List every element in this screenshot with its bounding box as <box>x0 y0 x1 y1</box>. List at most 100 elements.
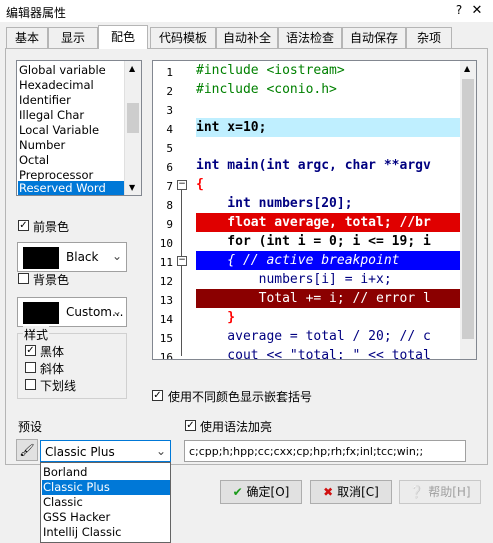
checkmark-icon: ✔ <box>232 485 243 499</box>
title-bar <box>0 0 493 22</box>
style-group-legend: 样式 <box>23 326 50 343</box>
code-line-breakpoint: Total += i; // error l <box>196 289 462 308</box>
preset-label: 预设 <box>18 420 43 434</box>
background-label: 背景色 <box>33 273 70 287</box>
nested-brackets-checkbox[interactable]: ✓ <box>152 390 163 401</box>
line-number: 16 <box>159 351 173 360</box>
tab-misc[interactable]: 杂项 <box>406 27 452 48</box>
line-number: 12 <box>159 275 173 288</box>
list-item[interactable]: Local Variable <box>19 123 99 138</box>
fold-guide <box>181 190 182 256</box>
file-extensions-input[interactable]: c;cpp;h;hpp;cc;cxx;cp;hp;rh;fx;inl;tcc;w… <box>184 440 466 462</box>
tab-autocomplete[interactable]: 自动补全 <box>216 27 278 48</box>
ok-label: 确定[O] <box>246 485 290 499</box>
dropdown-option[interactable]: Classic <box>43 495 83 510</box>
italic-checkbox[interactable] <box>25 362 36 373</box>
chevron-down-icon: ⌄ <box>111 304 122 318</box>
line-number: 2 <box>166 85 173 98</box>
syntax-highlight-checkbox[interactable]: ✓ <box>185 420 196 431</box>
line-number: 5 <box>166 142 173 155</box>
underline-checkbox[interactable] <box>25 379 36 390</box>
line-number: 15 <box>159 332 173 345</box>
italic-label: 斜体 <box>40 362 65 376</box>
code-line: } <box>196 310 236 325</box>
line-number: 3 <box>166 104 173 117</box>
dropdown-option[interactable]: Intellij Classic <box>43 525 121 540</box>
code-line: #include <iostream> <box>196 63 345 78</box>
code-line: numbers[i] = i+x; <box>196 272 392 287</box>
help-icon: ❔ <box>409 485 425 499</box>
line-gutter: 1 2 3 4 5 6 7 8 9 10 11 12 13 14 15 16 −… <box>153 61 193 359</box>
scroll-up-icon[interactable]: ▲ <box>129 64 135 73</box>
scroll-thumb[interactable] <box>462 79 474 339</box>
foreground-color-select[interactable]: Black ⌄ <box>17 242 127 272</box>
brush-icon[interactable]: 🖌 <box>16 439 38 461</box>
line-number: 14 <box>159 313 173 326</box>
list-scrollbar[interactable]: ▲ ▼ <box>124 61 141 195</box>
code-preview[interactable]: 1 2 3 4 5 6 7 8 9 10 11 12 13 14 15 16 −… <box>152 60 477 360</box>
color-swatch <box>23 247 59 269</box>
line-number: 1 <box>166 66 173 79</box>
list-item[interactable]: Illegal Char <box>19 108 84 123</box>
tab-colors[interactable]: 配色 <box>98 25 148 49</box>
foreground-color-value: Black <box>66 250 99 264</box>
chevron-down-icon: ⌄ <box>155 444 166 458</box>
element-list[interactable]: Global variable Hexadecimal Identifier I… <box>16 60 142 196</box>
code-line: average = total / 20; // c <box>196 329 431 344</box>
code-line: #include <conio.h> <box>196 82 337 97</box>
code-line-current: int x=10; <box>196 118 462 137</box>
bold-checkbox[interactable]: ✓ <box>25 345 36 356</box>
ok-button[interactable]: ✔ 确定[O] <box>220 480 302 504</box>
line-number: 7 <box>166 180 173 193</box>
foreground-checkbox[interactable]: ✓ <box>18 220 29 231</box>
code-line: { <box>196 177 204 192</box>
tab-basic[interactable]: 基本 <box>6 27 48 48</box>
line-number: 4 <box>166 123 173 136</box>
dropdown-option-selected[interactable]: Classic Plus <box>42 480 170 495</box>
line-number: 9 <box>166 218 173 231</box>
code-scrollbar[interactable]: ▲ <box>460 61 476 359</box>
list-item-selected[interactable]: Reserved Word <box>18 181 127 195</box>
code-line: cout << "total: " << total <box>196 348 431 360</box>
scroll-thumb[interactable] <box>127 103 139 133</box>
line-number: 6 <box>166 161 173 174</box>
dropdown-option[interactable]: GSS Hacker <box>43 510 110 525</box>
list-item[interactable]: Hexadecimal <box>19 78 94 93</box>
cancel-button[interactable]: ✖ 取消[C] <box>310 480 392 504</box>
syntax-highlight-label: 使用语法加亮 <box>200 420 273 434</box>
preset-select[interactable]: Classic Plus ⌄ <box>40 440 171 462</box>
file-extensions-value: c;cpp;h;hpp;cc;cxx;cp;hp;rh;fx;inl;tcc;w… <box>189 445 424 458</box>
tab-syntax-check[interactable]: 语法检查 <box>278 27 342 48</box>
close-button[interactable]: ✕ <box>470 3 484 18</box>
nested-brackets-label: 使用不同颜色显示嵌套括号 <box>168 390 313 404</box>
tab-autosave[interactable]: 自动保存 <box>342 27 406 48</box>
fold-guide <box>181 266 182 356</box>
cross-icon: ✖ <box>323 485 334 499</box>
list-item[interactable]: Identifier <box>19 93 71 108</box>
color-swatch <box>23 302 59 324</box>
help-button[interactable]: ❔ 帮助[H] <box>399 480 481 504</box>
underline-label: 下划线 <box>40 379 77 393</box>
preset-dropdown-list[interactable]: Borland Classic Plus Classic GSS Hacker … <box>40 462 171 543</box>
list-item[interactable]: Global variable <box>19 63 106 78</box>
background-color-select[interactable]: Custom... ⌄ <box>17 297 127 327</box>
list-item[interactable]: Octal <box>19 153 49 168</box>
list-item[interactable]: Number <box>19 138 65 153</box>
code-line-error-breakpoint: float average, total; //br <box>196 213 462 232</box>
background-checkbox[interactable] <box>18 273 29 284</box>
cancel-label: 取消[C] <box>337 485 379 499</box>
tab-display[interactable]: 显示 <box>48 27 98 48</box>
foreground-label: 前景色 <box>33 220 70 234</box>
line-number: 13 <box>159 294 173 307</box>
dropdown-option[interactable]: Borland <box>43 465 87 480</box>
fold-collapse-icon[interactable]: − <box>177 256 187 266</box>
bold-label: 黑体 <box>40 345 65 359</box>
help-title-button[interactable]: ? <box>452 3 466 18</box>
fold-collapse-icon[interactable]: − <box>177 180 187 190</box>
scroll-up-icon[interactable]: ▲ <box>464 64 470 73</box>
scroll-down-icon[interactable]: ▼ <box>129 183 135 192</box>
tab-code-templates[interactable]: 代码模板 <box>150 27 216 48</box>
line-number: 11 <box>159 256 173 269</box>
code-line-active-breakpoint: { // active breakpoint <box>196 251 462 270</box>
chevron-down-icon: ⌄ <box>111 249 122 263</box>
